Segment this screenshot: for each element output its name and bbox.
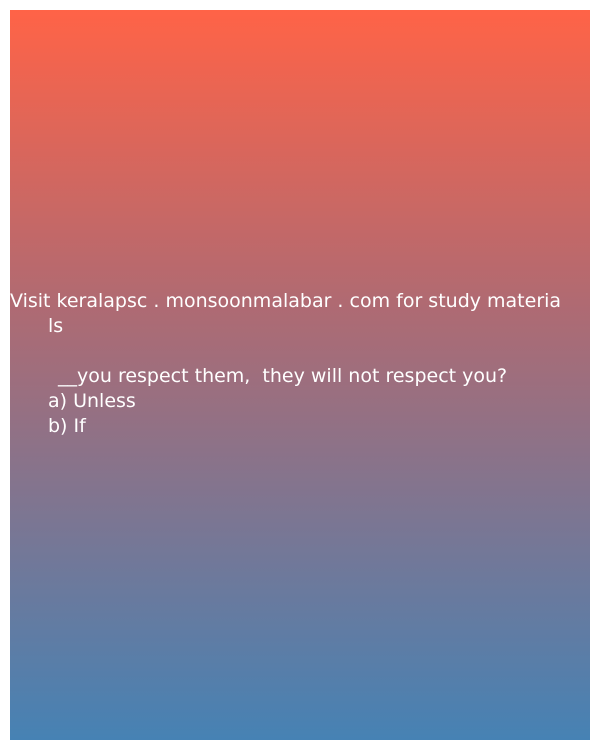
gradient-card: Visit keralapsc . monsoonmalabar . com f… bbox=[10, 10, 590, 740]
option-b: b) If bbox=[48, 415, 86, 437]
content-block: Visit keralapsc . monsoonmalabar . com f… bbox=[10, 289, 590, 439]
promo-line-2: ls bbox=[48, 315, 64, 337]
promo-line-1: Visit keralapsc . monsoonmalabar . com f… bbox=[10, 290, 562, 312]
option-a: a) Unless bbox=[48, 390, 136, 412]
question-text: __you respect them, they will not respec… bbox=[58, 365, 508, 387]
